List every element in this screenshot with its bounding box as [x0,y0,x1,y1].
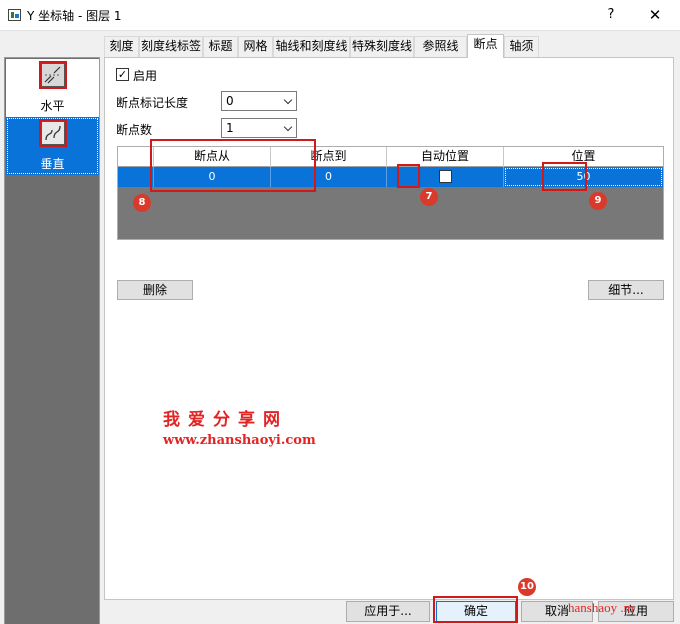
chevron-down-icon [283,95,293,105]
delete-button[interactable]: 删除 [117,280,193,300]
header-corner [118,147,154,167]
tab-grids[interactable]: 网格 [238,36,273,57]
auto-position-highlight [397,164,420,188]
side-item-label: 垂直 [40,157,65,171]
dialog-body: 水平 垂直 刻度 刻度线标签 标题 网格 轴线和刻度线 特殊刻度线 参照线 断点… [0,30,680,624]
break-length-dropdown[interactable]: 0 [221,91,297,111]
tab-breaks[interactable]: 断点 [467,34,504,58]
break-count-label: 断点数 [116,123,153,137]
auto-position-checkbox[interactable] [439,170,452,183]
chevron-down-icon [283,122,293,132]
break-count-dropdown[interactable]: 1 [221,118,297,138]
callout-badge: 8 [133,194,151,212]
tab-tick-labels[interactable]: 刻度线标签 [139,36,203,57]
vertical-icon-highlight [39,119,67,147]
help-button[interactable]: ? [598,4,624,26]
window-title: Y 坐标轴 - 图层 1 [27,9,122,23]
break-length-label: 断点标记长度 [116,96,189,110]
details-button[interactable]: 细节... [588,280,664,300]
tab-rug[interactable]: 轴须 [504,36,539,57]
enable-breaks-checkbox[interactable]: ✓ [116,68,129,81]
side-item-horizontal[interactable]: 水平 [6,59,99,117]
horizontal-icon-highlight [39,61,67,89]
watermark-corner: hanshaoy .m [568,600,634,615]
callout-badge: 9 [589,192,607,210]
close-button[interactable]: ✕ [640,4,670,26]
axis-selector-panel: 水平 垂直 [4,57,100,624]
side-item-vertical[interactable]: 垂直 [6,117,99,175]
apply-to-button[interactable]: 应用于... [346,601,430,622]
enable-breaks-label: 启用 [133,69,158,83]
watermark-title: 我爱分享网 [163,410,288,430]
callout-badge: 10 [518,578,536,596]
tab-line-and-ticks[interactable]: 轴线和刻度线 [273,36,350,57]
break-length-value: 0 [226,94,234,108]
side-item-label: 水平 [40,99,65,113]
break-range-highlight [150,139,316,192]
tab-reference-lines[interactable]: 参照线 [414,36,467,57]
tab-special-ticks[interactable]: 特殊刻度线 [350,36,414,57]
watermark-url: www.zhanshaoyi.com [163,433,316,448]
app-icon [8,9,21,21]
position-highlight [542,162,587,191]
title-bar: Y 坐标轴 - 图层 1 ? ✕ [0,0,680,30]
callout-badge: 7 [420,188,438,206]
row-header[interactable] [118,167,154,187]
tab-title[interactable]: 标题 [203,36,238,57]
tab-scale[interactable]: 刻度 [104,36,139,57]
break-count-value: 1 [226,121,234,135]
ok-button-highlight [433,596,518,623]
